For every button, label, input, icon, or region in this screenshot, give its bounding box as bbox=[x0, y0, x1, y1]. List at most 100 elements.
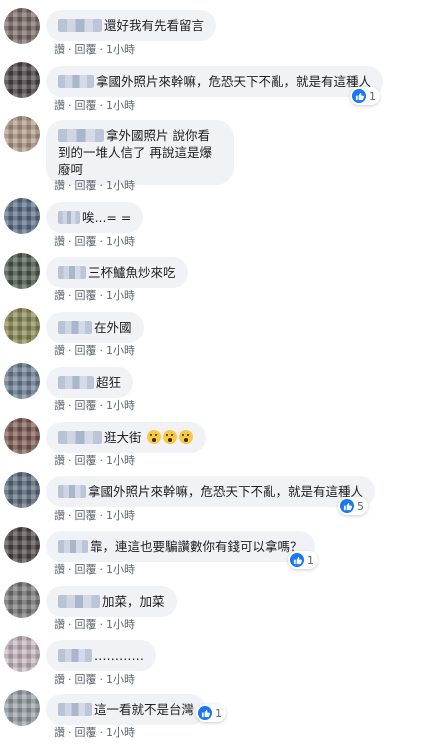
separator: · bbox=[99, 454, 104, 467]
timestamp[interactable]: 1小時 bbox=[106, 397, 135, 413]
like-link[interactable]: 讚 bbox=[54, 342, 65, 358]
commenter-name-blurred[interactable] bbox=[58, 376, 94, 389]
commenter-name-blurred[interactable] bbox=[58, 75, 94, 88]
separator: · bbox=[68, 99, 72, 112]
commenter-name-blurred[interactable] bbox=[58, 19, 102, 32]
like-link[interactable]: 讚 bbox=[54, 724, 65, 740]
comment-text: 靠，連這也要騙讚數你有錢可以拿嗎？ bbox=[90, 539, 303, 554]
reaction-count[interactable]: 1 bbox=[350, 87, 380, 105]
timestamp[interactable]: 1小時 bbox=[106, 452, 135, 468]
timestamp[interactable]: 1小時 bbox=[106, 616, 135, 632]
like-link[interactable]: 讚 bbox=[54, 671, 65, 687]
reply-link[interactable]: 回覆 bbox=[75, 507, 97, 523]
like-link[interactable]: 讚 bbox=[54, 287, 65, 303]
comment-actions: 讚 · 回覆 · 1小時 bbox=[54, 616, 135, 632]
comment-bubble: 唉...= = bbox=[46, 202, 144, 233]
commenter-name-blurred[interactable] bbox=[58, 266, 86, 279]
commenter-name-blurred[interactable] bbox=[58, 595, 100, 608]
commenter-name-blurred[interactable] bbox=[58, 431, 102, 444]
like-link[interactable]: 讚 bbox=[54, 233, 65, 249]
comment-bubble: 靠，連這也要騙讚數你有錢可以拿嗎？ bbox=[46, 531, 315, 562]
commenter-name-blurred[interactable] bbox=[58, 321, 92, 334]
reply-link[interactable]: 回覆 bbox=[75, 97, 97, 113]
avatar[interactable] bbox=[4, 198, 40, 234]
reply-link[interactable]: 回覆 bbox=[75, 724, 97, 740]
timestamp[interactable]: 1小時 bbox=[106, 177, 135, 193]
timestamp[interactable]: 1小時 bbox=[106, 97, 135, 113]
reply-link[interactable]: 回覆 bbox=[75, 342, 97, 358]
avatar[interactable] bbox=[4, 308, 40, 344]
reply-link[interactable]: 回覆 bbox=[75, 671, 97, 687]
like-link[interactable]: 讚 bbox=[54, 397, 65, 413]
separator: · bbox=[99, 179, 104, 192]
avatar[interactable] bbox=[4, 8, 40, 44]
timestamp[interactable]: 1小時 bbox=[106, 671, 135, 687]
like-count: 1 bbox=[215, 706, 222, 720]
timestamp[interactable]: 1小時 bbox=[106, 724, 135, 740]
reply-link[interactable]: 回覆 bbox=[75, 233, 97, 249]
comment-text: 超狂 bbox=[96, 375, 122, 390]
separator: · bbox=[68, 344, 72, 357]
reply-link[interactable]: 回覆 bbox=[75, 561, 97, 577]
reply-link[interactable]: 回覆 bbox=[75, 177, 97, 193]
comment-text: 三杯鱸魚炒來吃 bbox=[88, 265, 176, 280]
like-link[interactable]: 讚 bbox=[54, 452, 65, 468]
separator: · bbox=[99, 289, 104, 302]
separator: · bbox=[99, 43, 104, 56]
like-link[interactable]: 讚 bbox=[54, 41, 65, 57]
separator: · bbox=[99, 618, 104, 631]
like-link[interactable]: 讚 bbox=[54, 616, 65, 632]
commenter-name-blurred[interactable] bbox=[58, 703, 92, 716]
like-link[interactable]: 讚 bbox=[54, 177, 65, 193]
timestamp[interactable]: 1小時 bbox=[106, 41, 135, 57]
comment-bubble: ………… bbox=[46, 640, 156, 671]
reaction-count[interactable]: 5 bbox=[338, 497, 368, 515]
reaction-count[interactable]: 1 bbox=[288, 551, 318, 569]
commenter-name-blurred[interactable] bbox=[58, 540, 88, 553]
comment-actions: 讚 · 回覆 · 1小時 bbox=[54, 397, 135, 413]
avatar[interactable] bbox=[4, 363, 40, 399]
timestamp[interactable]: 1小時 bbox=[106, 287, 135, 303]
avatar[interactable] bbox=[4, 116, 40, 152]
comment-actions: 讚 · 回覆 · 1小時 bbox=[54, 287, 135, 303]
reply-link[interactable]: 回覆 bbox=[75, 287, 97, 303]
commenter-name-blurred[interactable] bbox=[58, 129, 104, 142]
like-link[interactable]: 讚 bbox=[54, 561, 65, 577]
like-link[interactable]: 讚 bbox=[54, 507, 65, 523]
separator: · bbox=[68, 43, 72, 56]
avatar[interactable] bbox=[4, 472, 40, 508]
comment-bubble: 還好我有先看留言 bbox=[46, 10, 217, 41]
thumbs-up-icon bbox=[290, 553, 304, 567]
avatar[interactable] bbox=[4, 690, 40, 726]
commenter-name-blurred[interactable] bbox=[58, 211, 80, 224]
avatar[interactable] bbox=[4, 62, 40, 98]
avatar[interactable] bbox=[4, 636, 40, 672]
avatar[interactable] bbox=[4, 418, 40, 454]
timestamp[interactable]: 1小時 bbox=[106, 561, 135, 577]
comment-text: 唉...= = bbox=[82, 210, 132, 225]
avatar[interactable] bbox=[4, 582, 40, 618]
like-link[interactable]: 讚 bbox=[54, 97, 65, 113]
reply-link[interactable]: 回覆 bbox=[75, 41, 97, 57]
separator: · bbox=[99, 99, 104, 112]
reply-link[interactable]: 回覆 bbox=[75, 397, 97, 413]
reply-link[interactable]: 回覆 bbox=[75, 452, 97, 468]
commenter-name-blurred[interactable] bbox=[58, 649, 92, 662]
comment-bubble: 這一看就不是台灣 bbox=[46, 694, 207, 725]
avatar[interactable] bbox=[4, 527, 40, 563]
commenter-name-blurred[interactable] bbox=[58, 485, 86, 498]
reaction-count[interactable]: 1 bbox=[196, 704, 226, 722]
screaming-face-emoji-icon bbox=[146, 430, 161, 444]
reply-link[interactable]: 回覆 bbox=[75, 616, 97, 632]
comment-text: 加菜，加菜 bbox=[102, 594, 165, 609]
like-count: 1 bbox=[369, 89, 376, 103]
timestamp[interactable]: 1小時 bbox=[106, 342, 135, 358]
comment-actions: 讚 · 回覆 · 1小時 bbox=[54, 342, 135, 358]
like-count: 1 bbox=[307, 553, 314, 567]
comment-bubble: 超狂 bbox=[46, 367, 134, 398]
comment-text: 逛大街 bbox=[104, 430, 142, 445]
timestamp[interactable]: 1小時 bbox=[106, 507, 135, 523]
avatar[interactable] bbox=[4, 253, 40, 289]
timestamp[interactable]: 1小時 bbox=[106, 233, 135, 249]
comment-bubble: 在外國 bbox=[46, 312, 144, 343]
